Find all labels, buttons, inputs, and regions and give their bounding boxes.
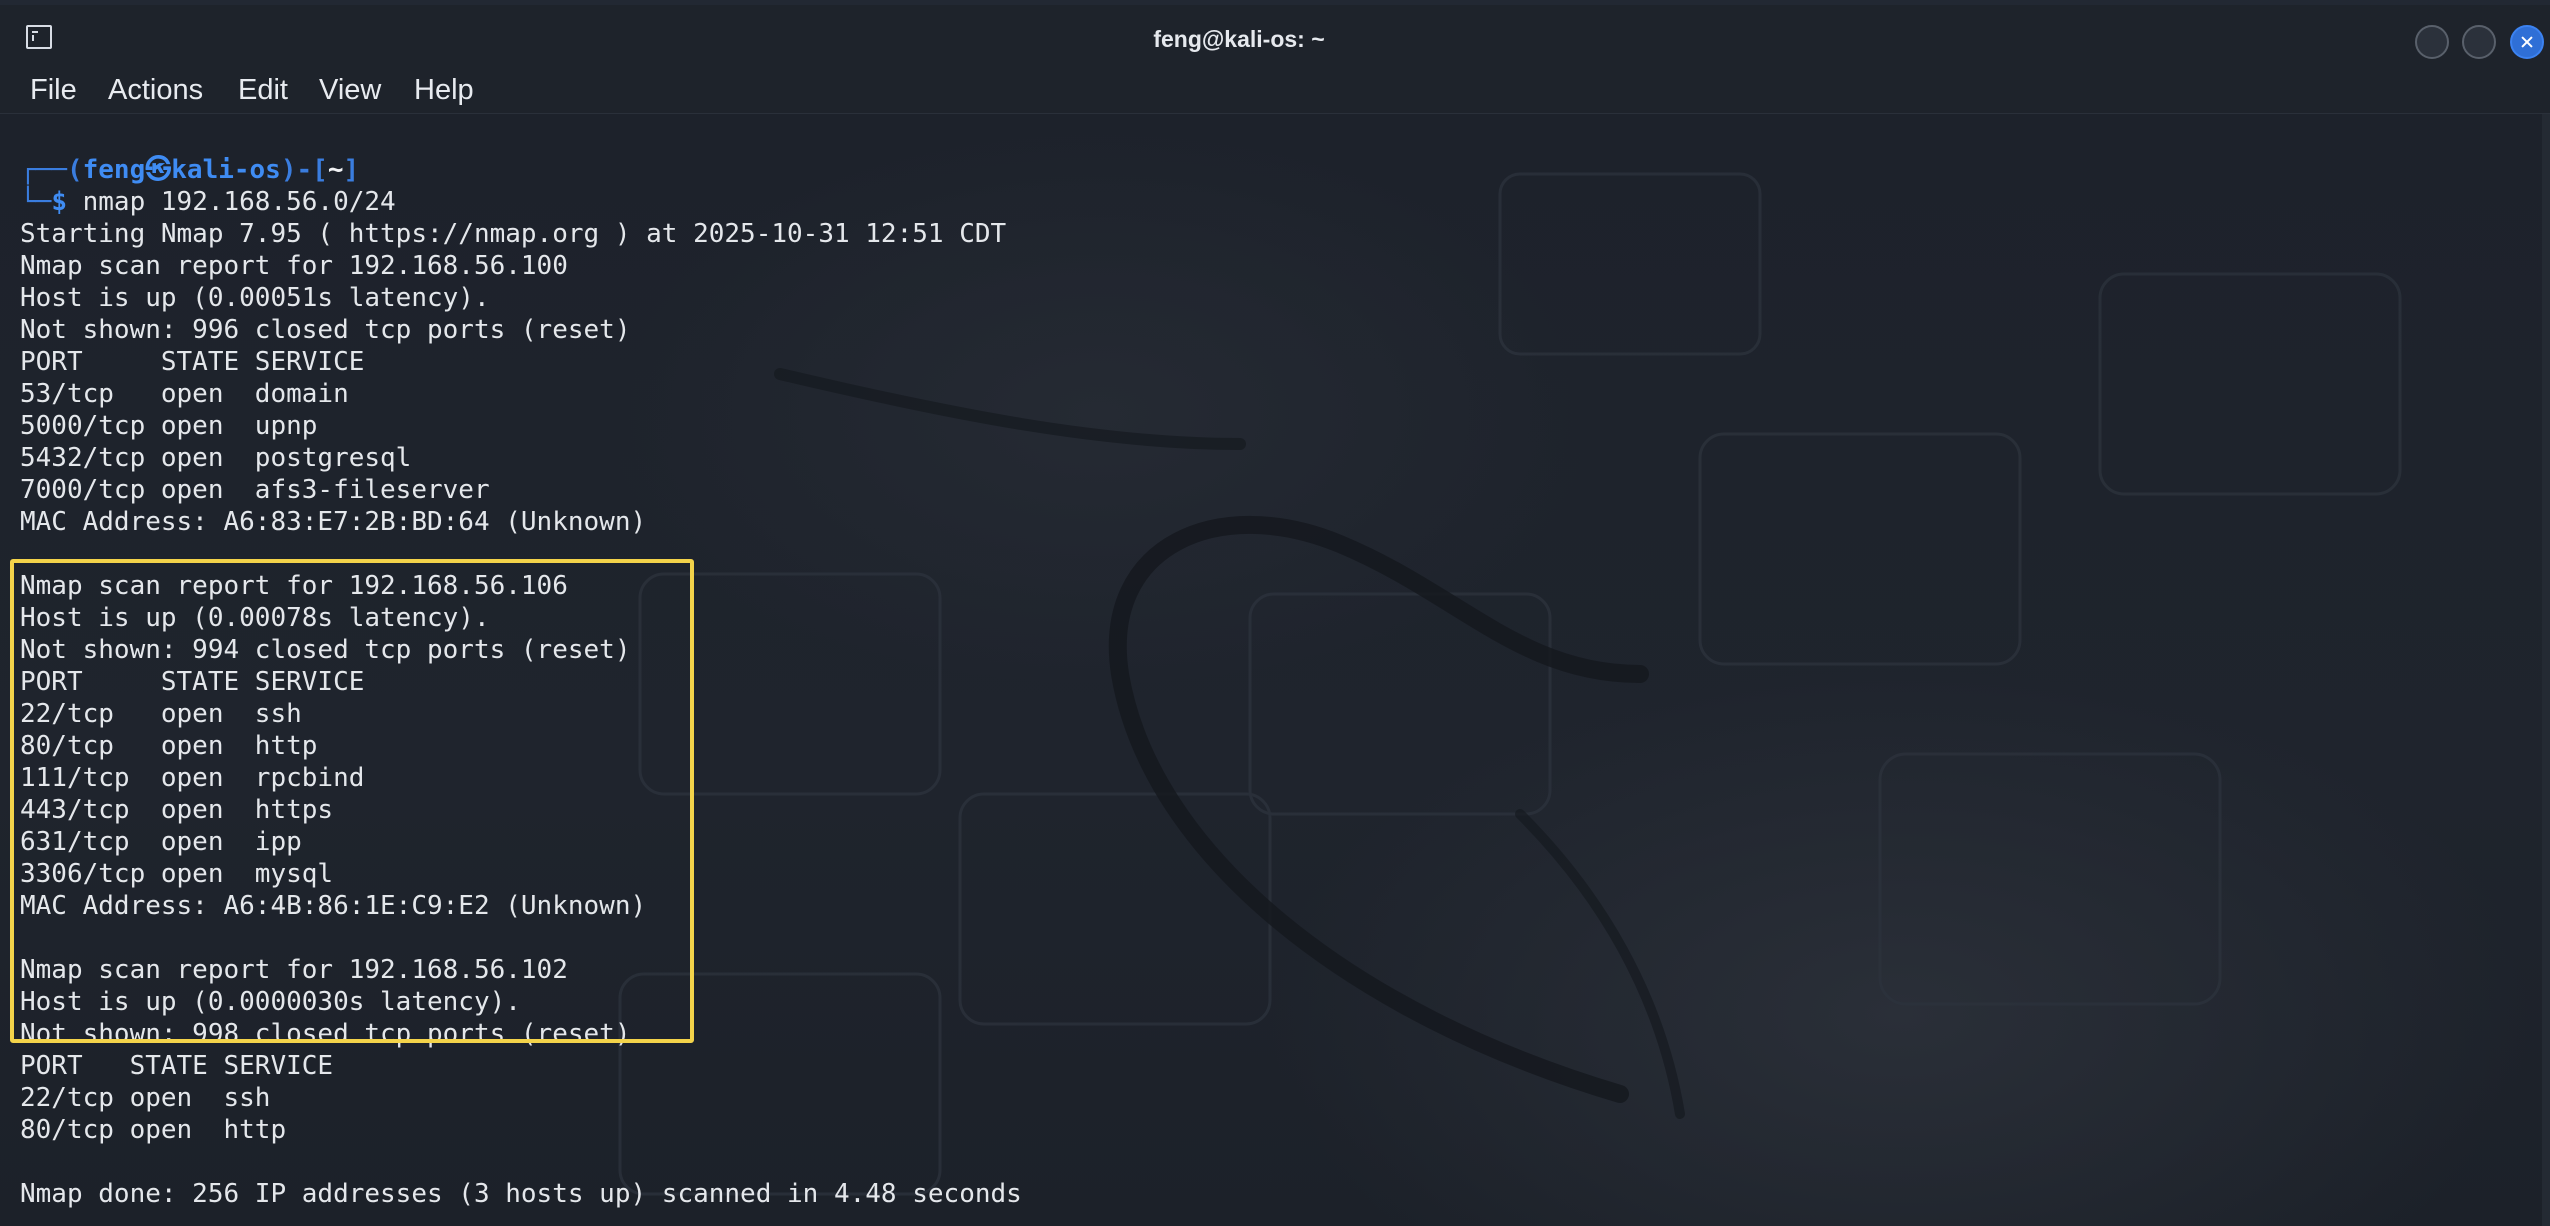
terminal-window: feng@kali-os: ~ File Actions Edit View H… — [0, 0, 2550, 1226]
host3-port-line: 80/tcp open http — [20, 1115, 287, 1145]
menu-file[interactable]: File — [30, 70, 77, 111]
menu-bar: File Actions Edit View Help — [0, 65, 2550, 114]
prompt-box-top: ┌──( — [20, 155, 83, 185]
prompt-line-1: ┌──(feng㉿kali-os)-[~] — [20, 154, 1022, 186]
prompt-line-2: └─$ nmap 192.168.56.0/24 — [20, 186, 1022, 218]
minimize-button[interactable] — [2415, 25, 2449, 59]
host1-up: Host is up (0.00051s latency). — [20, 283, 490, 313]
scrollbar[interactable] — [2542, 114, 2550, 1226]
prompt-dollar: $ — [51, 187, 67, 217]
prompt-mid: )-[ — [280, 155, 328, 185]
host1-report: Nmap scan report for 192.168.56.100 — [20, 251, 568, 281]
prompt-end: ] — [343, 155, 360, 185]
host1-mac: MAC Address: A6:83:E7:2B:BD:64 (Unknown) — [20, 507, 647, 537]
host1-port-line: 7000/tcp open afs3-fileserver — [20, 475, 490, 505]
prompt-host: kali-os — [171, 155, 281, 185]
menu-help[interactable]: Help — [414, 70, 474, 111]
host1-port-header: PORT STATE SERVICE — [20, 347, 365, 377]
nmap-done-line: Nmap done: 256 IP addresses (3 hosts up)… — [20, 1179, 1022, 1209]
host1-port-line: 53/tcp open domain — [20, 379, 349, 409]
prompt-dir: ~ — [327, 155, 344, 185]
prompt-user: feng — [82, 155, 146, 185]
host3-port-line: 22/tcp open ssh — [20, 1083, 271, 1113]
nmap-start-line: Starting Nmap 7.95 ( https://nmap.org ) … — [20, 219, 1007, 249]
highlight-box — [10, 559, 694, 1043]
menu-view[interactable]: View — [319, 70, 381, 111]
title-bar[interactable]: feng@kali-os: ~ — [0, 5, 2550, 65]
close-button[interactable] — [2510, 25, 2544, 59]
host1-port-line: 5000/tcp open upnp — [20, 411, 318, 441]
command-text: nmap 192.168.56.0/24 — [66, 187, 396, 217]
window-title: feng@kali-os: ~ — [1153, 26, 1325, 52]
host1-port-line: 5432/tcp open postgresql — [20, 443, 412, 473]
menu-actions[interactable]: Actions — [108, 70, 203, 111]
host3-port-header: PORT STATE SERVICE — [20, 1051, 334, 1081]
host1-not-shown: Not shown: 996 closed tcp ports (reset) — [20, 315, 631, 345]
prompt-at: ㉿ — [145, 155, 172, 185]
terminal-output-area[interactable]: ┌──(feng㉿kali-os)-[~] └─$ nmap 192.168.5… — [0, 114, 2546, 1226]
prompt-box-bottom: └─ — [20, 187, 52, 217]
maximize-button[interactable] — [2462, 25, 2496, 59]
menu-edit[interactable]: Edit — [238, 70, 288, 111]
